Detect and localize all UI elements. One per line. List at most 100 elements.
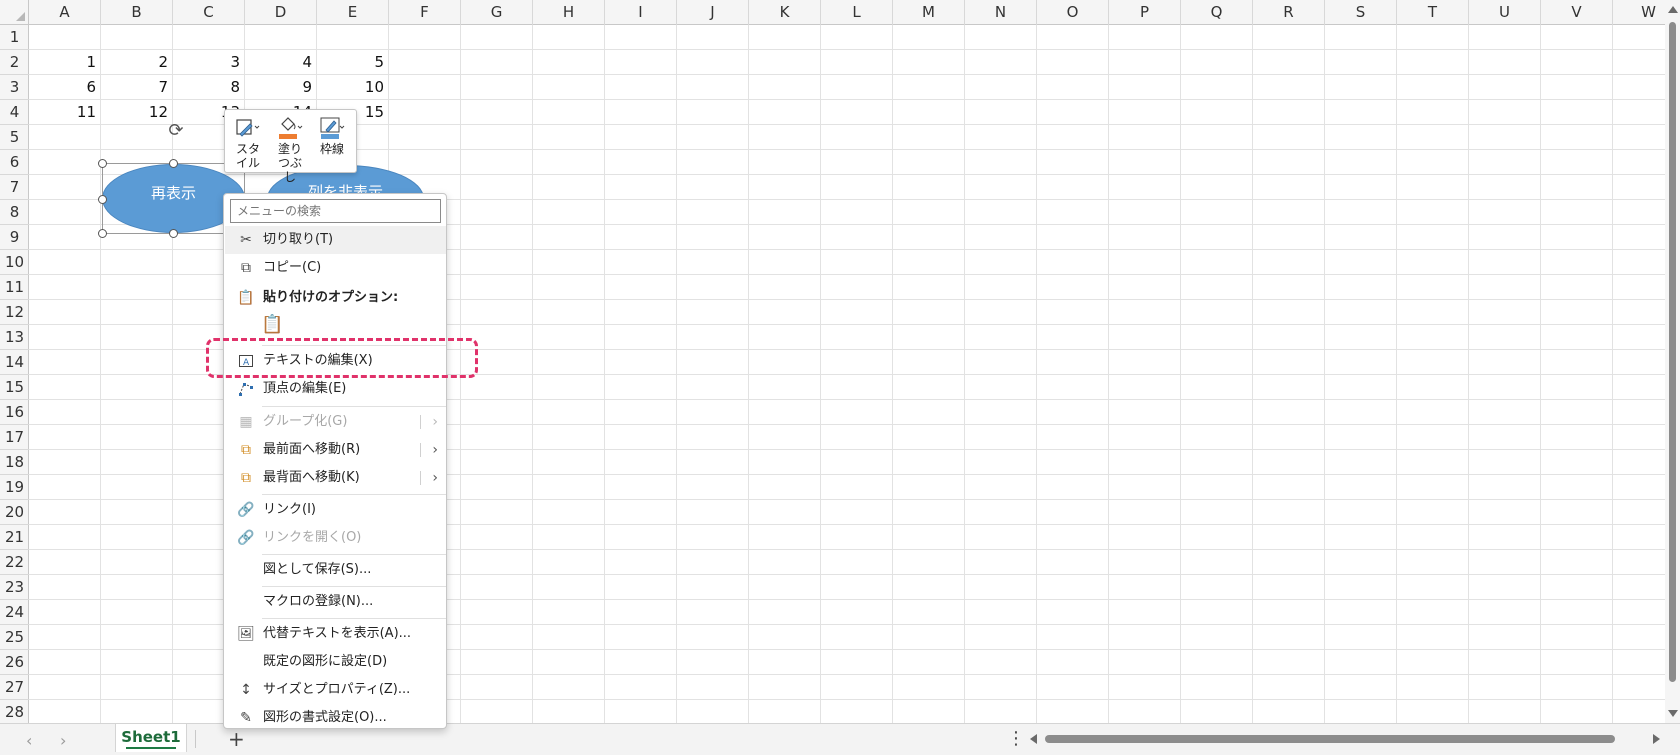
row-header-20[interactable]: 20 [0,500,29,525]
resize-handle[interactable] [169,159,178,168]
menu-search-input[interactable] [230,199,441,223]
cell-c3[interactable]: 8 [173,75,245,100]
column-header-f[interactable]: F [389,0,461,25]
row-header-12[interactable]: 12 [0,300,29,325]
menu-item-assign-macro[interactable]: マクロの登録(N)... [225,588,446,616]
column-header-b[interactable]: B [101,0,173,25]
row-header-3[interactable]: 3 [0,75,29,100]
column-header-p[interactable]: P [1109,0,1181,25]
horizontal-scroll-thumb[interactable] [1045,735,1615,743]
row-header-13[interactable]: 13 [0,325,29,350]
cell-a3[interactable]: 6 [29,75,101,100]
row-header-23[interactable]: 23 [0,575,29,600]
vertical-scroll-thumb[interactable] [1669,22,1676,682]
submenu-chevron-icon[interactable]: › [421,436,438,464]
cell-b2[interactable]: 2 [101,50,173,75]
row-header-11[interactable]: 11 [0,275,29,300]
row-header-14[interactable]: 14 [0,350,29,375]
column-header-j[interactable]: J [677,0,749,25]
scroll-down-icon[interactable] [1668,710,1678,717]
column-header-d[interactable]: D [245,0,317,25]
row-header-16[interactable]: 16 [0,400,29,425]
row-header-6[interactable]: 6 [0,150,29,175]
column-header-k[interactable]: K [749,0,821,25]
row-header-5[interactable]: 5 [0,125,29,150]
row-header-17[interactable]: 17 [0,425,29,450]
cell-d3[interactable]: 9 [245,75,317,100]
column-header-l[interactable]: L [821,0,893,25]
cell-e3[interactable]: 10 [317,75,389,100]
column-header-g[interactable]: G [461,0,533,25]
row-header-2[interactable]: 2 [0,50,29,75]
submenu-chevron-icon[interactable]: › [421,464,438,492]
column-header-e[interactable]: E [317,0,389,25]
row-header-10[interactable]: 10 [0,250,29,275]
scroll-up-icon[interactable] [1668,6,1678,13]
select-all-corner[interactable] [0,0,29,25]
column-header-s[interactable]: S [1325,0,1397,25]
paste-clipboard-icon[interactable]: 📋 [261,316,283,334]
menu-item-edit-points[interactable]: 頂点の編集(E) [225,375,446,403]
column-header-i[interactable]: I [605,0,677,25]
column-header-v[interactable]: V [1541,0,1613,25]
cell-d2[interactable]: 4 [245,50,317,75]
column-header-c[interactable]: C [173,0,245,25]
row-header-27[interactable]: 27 [0,675,29,700]
resize-handle[interactable] [169,229,178,238]
style-button[interactable]: スタイル [227,114,269,170]
cell-b4[interactable]: 12 [101,100,173,125]
scroll-right-icon[interactable] [1653,734,1660,744]
row-header-18[interactable]: 18 [0,450,29,475]
column-header-t[interactable]: T [1397,0,1469,25]
menu-item-alt-text[interactable]: 🖼 代替テキストを表示(A)... [225,620,446,648]
horizontal-scrollbar[interactable] [1030,732,1660,746]
row-header-4[interactable]: 4 [0,100,29,125]
column-header-q[interactable]: Q [1181,0,1253,25]
menu-item-size-properties[interactable]: ↕ サイズとプロパティ(Z)... [225,676,446,704]
row-header-19[interactable]: 19 [0,475,29,500]
row-header-21[interactable]: 21 [0,525,29,550]
menu-item-link[interactable]: 🔗 リンク(I) [225,496,446,524]
cell-a2[interactable]: 1 [29,50,101,75]
row-header-28[interactable]: 28 [0,700,29,723]
next-sheet-icon[interactable]: › [60,731,66,750]
cell-e2[interactable]: 5 [317,50,389,75]
column-header-r[interactable]: R [1253,0,1325,25]
column-header-h[interactable]: H [533,0,605,25]
rotate-handle-icon[interactable]: ⟳ [165,121,187,143]
cell-c2[interactable]: 3 [173,50,245,75]
row-header-25[interactable]: 25 [0,625,29,650]
prev-sheet-icon[interactable]: ‹ [26,731,32,750]
vertical-scrollbar[interactable] [1665,0,1680,723]
column-header-u[interactable]: U [1469,0,1541,25]
outline-button[interactable]: 枠線 [311,114,353,170]
menu-item-format-shape[interactable]: ✎ 図形の書式設定(O)... [225,704,446,732]
menu-item-bring-to-front[interactable]: ⧉ 最前面へ移動(R) › [225,436,446,464]
scroll-left-icon[interactable] [1030,734,1037,744]
column-header-a[interactable]: A [29,0,101,25]
row-header-1[interactable]: 1 [0,25,29,50]
cell-b3[interactable]: 7 [101,75,173,100]
row-header-7[interactable]: 7 [0,175,29,200]
menu-item-send-to-back[interactable]: ⧉ 最背面へ移動(K) › [225,464,446,492]
more-options-icon[interactable]: ⋮ [1007,728,1025,749]
row-header-26[interactable]: 26 [0,650,29,675]
resize-handle[interactable] [98,159,107,168]
row-header-9[interactable]: 9 [0,225,29,250]
fill-button[interactable]: 塗りつぶし [269,114,311,184]
menu-item-save-as-picture[interactable]: 図として保存(S)... [225,556,446,584]
row-header-24[interactable]: 24 [0,600,29,625]
sheet-tab-sheet1[interactable]: Sheet1 [115,724,187,752]
resize-handle[interactable] [98,229,107,238]
menu-item-cut[interactable]: ✂ 切り取り(T) [225,226,446,254]
resize-handle[interactable] [98,195,107,204]
row-header-22[interactable]: 22 [0,550,29,575]
column-header-w[interactable]: W [1613,0,1665,25]
menu-item-copy[interactable]: ⧉ コピー(C) [225,254,446,282]
column-header-n[interactable]: N [965,0,1037,25]
column-header-m[interactable]: M [893,0,965,25]
cell-a4[interactable]: 11 [29,100,101,125]
row-header-15[interactable]: 15 [0,375,29,400]
menu-item-set-default-shape[interactable]: 既定の図形に設定(D) [225,648,446,676]
column-header-o[interactable]: O [1037,0,1109,25]
